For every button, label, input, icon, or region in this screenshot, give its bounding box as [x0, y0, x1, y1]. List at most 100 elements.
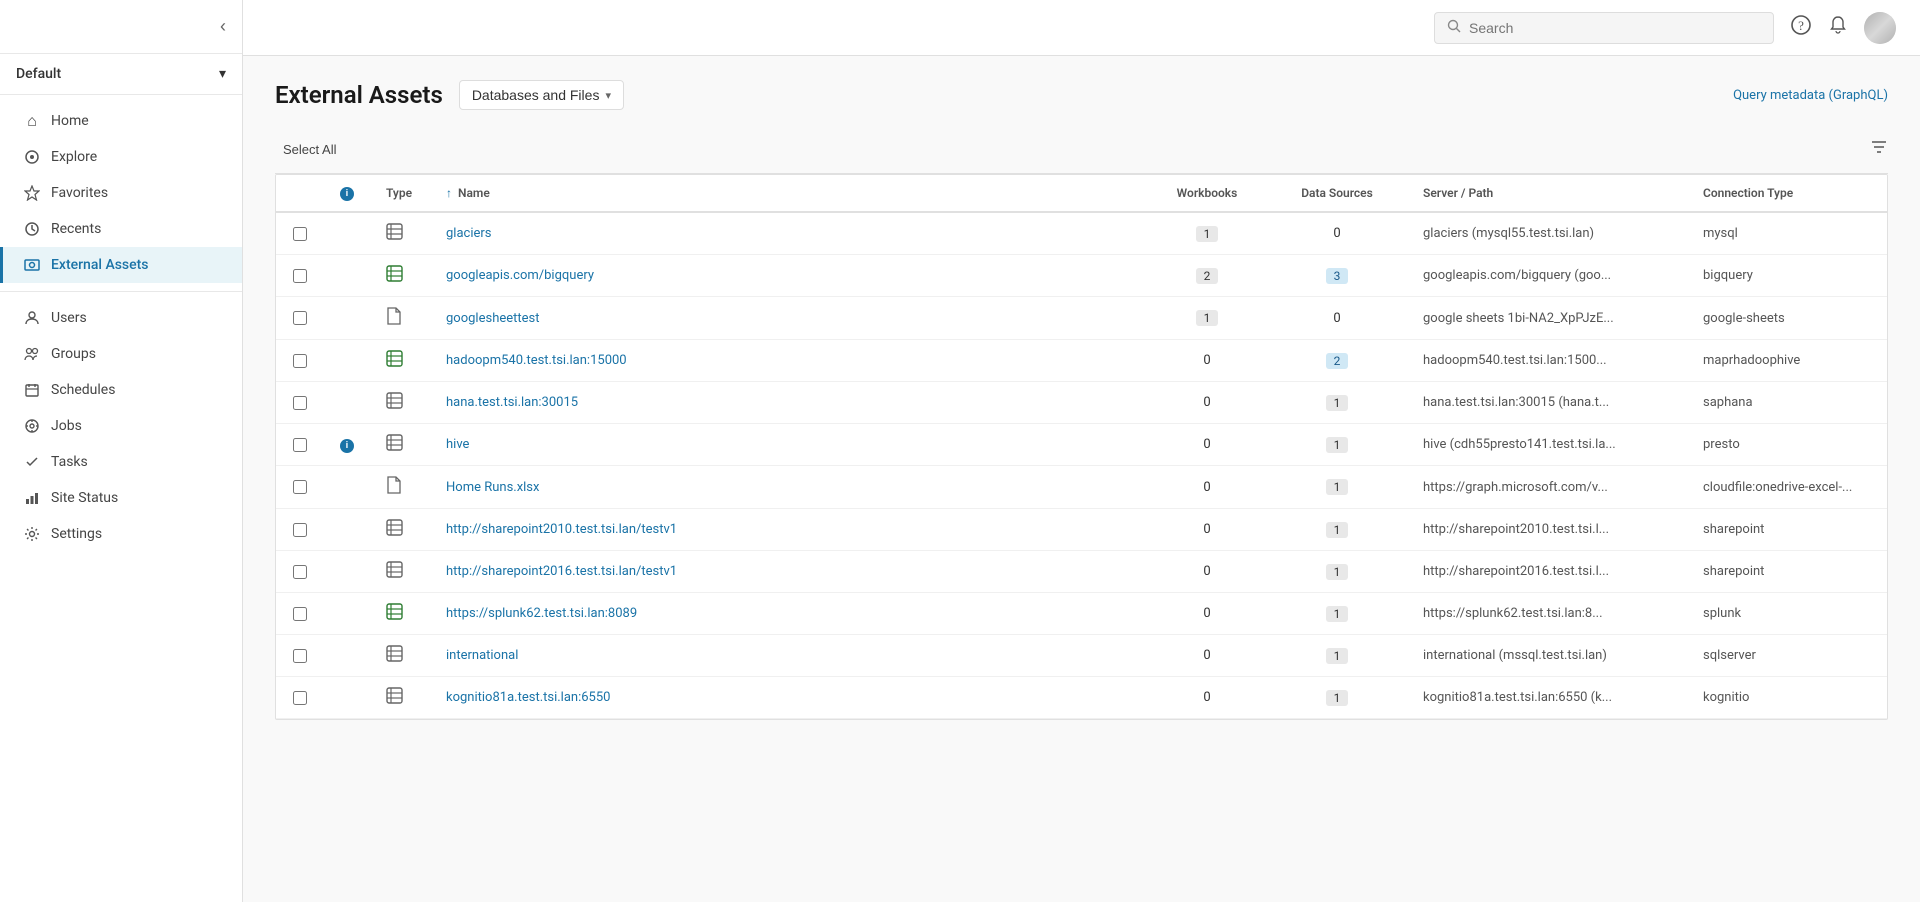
sidebar-item-settings[interactable]: Settings	[0, 516, 242, 552]
asset-name-link[interactable]: international	[446, 648, 518, 663]
col-header-datasources[interactable]: Data Sources	[1267, 175, 1407, 212]
main-nav: ⌂ Home Explore Favorites Recents Exter	[0, 95, 242, 902]
sidebar-item-jobs[interactable]: Jobs	[0, 408, 242, 444]
row-checkbox[interactable]	[293, 565, 307, 579]
row-name-cell: hive	[430, 424, 1147, 466]
sidebar-item-site-status[interactable]: Site Status	[0, 480, 242, 516]
row-checkbox-cell	[276, 212, 324, 255]
row-checkbox[interactable]	[293, 311, 307, 325]
asset-name-link[interactable]: http://sharepoint2016.test.tsi.lan/testv…	[446, 564, 677, 579]
avatar-image	[1864, 12, 1896, 44]
site-status-icon	[23, 489, 41, 507]
row-datasources-cell: 2	[1267, 340, 1407, 382]
sidebar-item-tasks[interactable]: Tasks	[0, 444, 242, 480]
asset-name-link[interactable]: https://splunk62.test.tsi.lan:8089	[446, 606, 637, 621]
asset-name-link[interactable]: googlesheettest	[446, 311, 540, 326]
info-header-dot[interactable]: i	[340, 187, 354, 201]
sidebar-item-site-status-label: Site Status	[51, 490, 118, 506]
row-server-cell: international (mssql.test.tsi.lan)	[1407, 635, 1687, 677]
row-server-cell: hadoopm540.test.tsi.lan:1500...	[1407, 340, 1687, 382]
row-datasources-cell: 1	[1267, 593, 1407, 635]
notification-icon[interactable]	[1828, 15, 1848, 40]
row-info-cell	[324, 677, 370, 719]
workbooks-value: 0	[1203, 395, 1210, 410]
row-checkbox[interactable]	[293, 227, 307, 241]
row-info-cell	[324, 382, 370, 424]
asset-name-link[interactable]: googleapis.com/bigquery	[446, 268, 594, 283]
sidebar-item-external-assets[interactable]: External Assets	[0, 247, 242, 283]
row-checkbox-cell	[276, 509, 324, 551]
row-datasources-cell: 1	[1267, 677, 1407, 719]
sidebar-collapse-button[interactable]: ‹	[220, 16, 226, 37]
sidebar-item-schedules[interactable]: Schedules	[0, 372, 242, 408]
row-checkbox[interactable]	[293, 438, 307, 452]
row-checkbox[interactable]	[293, 354, 307, 368]
col-header-conntype[interactable]: Connection Type	[1687, 175, 1887, 212]
workbooks-badge: 2	[1196, 268, 1218, 284]
row-checkbox-cell	[276, 593, 324, 635]
database-green-icon	[386, 268, 403, 286]
row-datasources-cell: 1	[1267, 382, 1407, 424]
row-checkbox[interactable]	[293, 649, 307, 663]
jobs-icon	[23, 417, 41, 435]
row-workbooks-cell: 0	[1147, 340, 1267, 382]
graphql-link[interactable]: Query metadata (GraphQL)	[1733, 88, 1888, 103]
row-checkbox[interactable]	[293, 269, 307, 283]
row-server-cell: https://splunk62.test.tsi.lan:8...	[1407, 593, 1687, 635]
workbooks-value: 0	[1203, 522, 1210, 537]
row-checkbox[interactable]	[293, 480, 307, 494]
asset-name-link[interactable]: kognitio81a.test.tsi.lan:6550	[446, 690, 610, 705]
row-checkbox-cell	[276, 677, 324, 719]
databases-files-dropdown[interactable]: Databases and Files ▾	[459, 80, 624, 110]
sidebar-item-users[interactable]: Users	[0, 300, 242, 336]
row-workbooks-cell: 1	[1147, 212, 1267, 255]
row-conntype-cell: presto	[1687, 424, 1887, 466]
asset-name-link[interactable]: hive	[446, 437, 469, 452]
asset-name-link[interactable]: glaciers	[446, 226, 492, 241]
sidebar-item-recents[interactable]: Recents	[0, 211, 242, 247]
row-workbooks-cell: 0	[1147, 635, 1267, 677]
workbooks-value: 0	[1203, 353, 1210, 368]
asset-name-link[interactable]: http://sharepoint2010.test.tsi.lan/testv…	[446, 522, 677, 537]
asset-name-link[interactable]: Home Runs.xlsx	[446, 480, 539, 495]
search-input[interactable]	[1469, 20, 1761, 36]
row-checkbox-cell	[276, 635, 324, 677]
search-box[interactable]	[1434, 12, 1774, 44]
sidebar-item-external-assets-label: External Assets	[51, 257, 149, 273]
row-conntype-cell: mysql	[1687, 212, 1887, 255]
workbooks-value: 0	[1203, 648, 1210, 663]
page-header-left: External Assets Databases and Files ▾	[275, 80, 624, 110]
col-header-type[interactable]: Type	[370, 175, 430, 212]
row-info-cell	[324, 340, 370, 382]
row-checkbox[interactable]	[293, 523, 307, 537]
sidebar-item-favorites[interactable]: Favorites	[0, 175, 242, 211]
avatar[interactable]	[1864, 12, 1896, 44]
row-checkbox[interactable]	[293, 607, 307, 621]
filter-button[interactable]	[1870, 138, 1888, 161]
table-row: glaciers10glaciers (mysql55.test.tsi.lan…	[276, 212, 1887, 255]
workspace-selector[interactable]: Default ▾	[0, 54, 242, 95]
sidebar-item-groups[interactable]: Groups	[0, 336, 242, 372]
sidebar-item-explore[interactable]: Explore	[0, 139, 242, 175]
topbar-icons: ?	[1790, 12, 1896, 44]
sidebar: ‹ Default ▾ ⌂ Home Explore Favorites Rec…	[0, 0, 243, 902]
row-checkbox[interactable]	[293, 691, 307, 705]
table-row: googlesheettest10google sheets 1bi-NA2_X…	[276, 297, 1887, 340]
asset-name-link[interactable]: hadoopm540.test.tsi.lan:15000	[446, 353, 627, 368]
sidebar-item-home[interactable]: ⌂ Home	[0, 103, 242, 139]
row-server-cell: hive (cdh55presto141.test.tsi.la...	[1407, 424, 1687, 466]
help-icon[interactable]: ?	[1790, 14, 1812, 41]
col-header-workbooks[interactable]: Workbooks	[1147, 175, 1267, 212]
col-header-server[interactable]: Server / Path	[1407, 175, 1687, 212]
col-header-name[interactable]: ↑ Name	[430, 175, 1147, 212]
info-dot[interactable]: i	[340, 439, 354, 453]
select-all-button[interactable]: Select All	[275, 138, 344, 161]
workbooks-value: 0	[1203, 606, 1210, 621]
sidebar-item-recents-label: Recents	[51, 221, 101, 237]
row-datasources-cell: 1	[1267, 635, 1407, 677]
database-green-icon	[386, 606, 403, 624]
row-info-cell	[324, 466, 370, 509]
asset-name-link[interactable]: hana.test.tsi.lan:30015	[446, 395, 578, 410]
row-checkbox[interactable]	[293, 396, 307, 410]
file-icon	[386, 480, 402, 498]
